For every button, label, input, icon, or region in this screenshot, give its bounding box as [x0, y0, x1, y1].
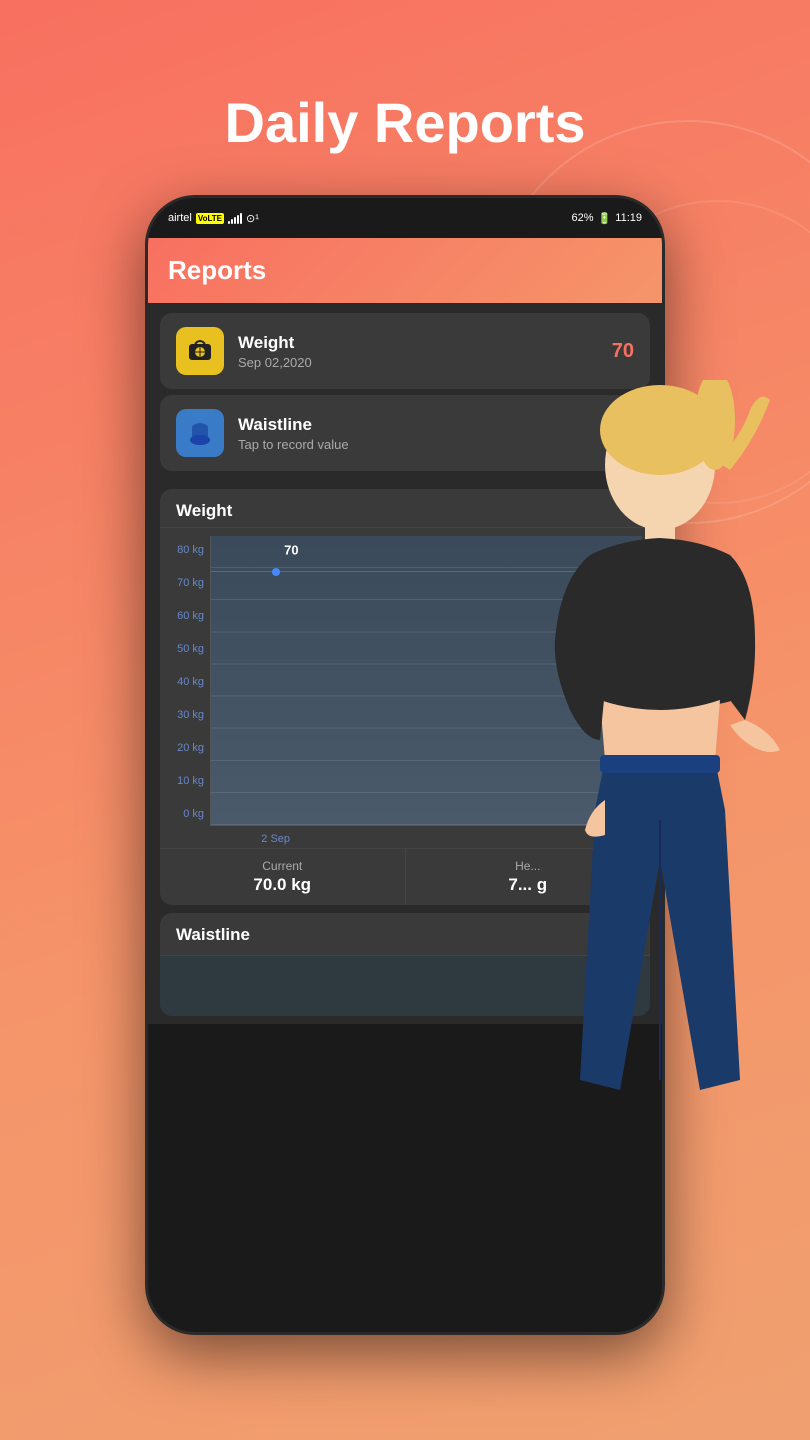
y-label-0kg: 0 kg [166, 808, 204, 820]
app-content: Weight Sep 02,2020 70 Waistline [148, 303, 662, 1024]
y-label-20kg: 20 kg [166, 742, 204, 754]
chart-stat-highest: He... 7... g [406, 849, 651, 905]
signal-bar-1 [228, 221, 230, 224]
weight-card-info: Weight Sep 02,2020 [238, 333, 598, 370]
signal-bar-5 [240, 213, 242, 224]
signal-bar-2 [231, 219, 233, 224]
clock: 11:19 [615, 212, 642, 224]
data-label-70: 70 [284, 542, 298, 557]
data-point-sep2 [272, 568, 280, 576]
chart-stats: Current 70.0 kg He... 7... g [160, 848, 650, 905]
weight-card-date: Sep 02,2020 [238, 355, 598, 370]
y-label-40kg: 40 kg [166, 676, 204, 688]
x-label-sep2: 2 Sep [261, 833, 290, 845]
weight-chart-section: Weight 0 kg 10 kg 20 kg 30 kg 40 kg 50 k… [160, 489, 650, 905]
waistline-icon [176, 409, 224, 457]
phone-frame: airtel VoLTE ⊙¹ 62% 🔋 11:19 Reports [145, 195, 665, 1335]
signal-bar-3 [234, 217, 236, 224]
weight-report-card[interactable]: Weight Sep 02,2020 70 [160, 313, 650, 389]
weight-chart-title: Weight [160, 489, 650, 528]
carrier-name: airtel [168, 212, 192, 224]
weight-card-value: 70 [612, 340, 634, 363]
chart-area: 0 kg 10 kg 20 kg 30 kg 40 kg 50 kg 60 kg… [160, 528, 650, 848]
waistline-report-card[interactable]: Waistline Tap to record value [160, 395, 650, 471]
status-bar: airtel VoLTE ⊙¹ 62% 🔋 11:19 [148, 198, 662, 238]
waistline-chart-section: Waistline [160, 913, 650, 1016]
status-bar-left: airtel VoLTE ⊙¹ [168, 212, 259, 225]
current-value: 70.0 kg [176, 875, 389, 895]
weight-icon [176, 327, 224, 375]
highest-value: 7... g [422, 875, 635, 895]
app-header: Reports [148, 238, 662, 303]
y-label-80kg: 80 kg [166, 544, 204, 556]
current-label: Current [176, 859, 389, 873]
y-label-30kg: 30 kg [166, 709, 204, 721]
page-title: Daily Reports [225, 90, 586, 155]
status-bar-right: 62% 🔋 11:19 [572, 212, 642, 225]
waistline-chart-title: Waistline [160, 913, 650, 956]
notch [325, 198, 485, 226]
y-label-10kg: 10 kg [166, 775, 204, 787]
chart-stat-current: Current 70.0 kg [160, 849, 406, 905]
app-header-title: Reports [168, 255, 266, 286]
signal-bars [228, 212, 242, 224]
battery-icon: 🔋 [598, 212, 612, 225]
waistline-card-hint: Tap to record value [238, 437, 634, 452]
chart-y-labels: 0 kg 10 kg 20 kg 30 kg 40 kg 50 kg 60 kg… [160, 536, 210, 848]
waistline-card-title: Waistline [238, 415, 634, 435]
wifi-icon: ⊙¹ [246, 212, 259, 225]
battery-percent: 62% [572, 212, 594, 224]
waistline-card-info: Waistline Tap to record value [238, 415, 634, 452]
chart-plot: 70 2 Sep [210, 536, 642, 826]
y-label-50kg: 50 kg [166, 643, 204, 655]
report-cards: Weight Sep 02,2020 70 Waistline [148, 303, 662, 481]
waistline-empty-chart [160, 956, 650, 1016]
volte-badge: VoLTE [196, 213, 224, 224]
weight-card-title: Weight [238, 333, 598, 353]
signal-bar-4 [237, 215, 239, 224]
highest-label: He... [422, 859, 635, 873]
y-label-70kg: 70 kg [166, 577, 204, 589]
y-label-60kg: 60 kg [166, 610, 204, 622]
